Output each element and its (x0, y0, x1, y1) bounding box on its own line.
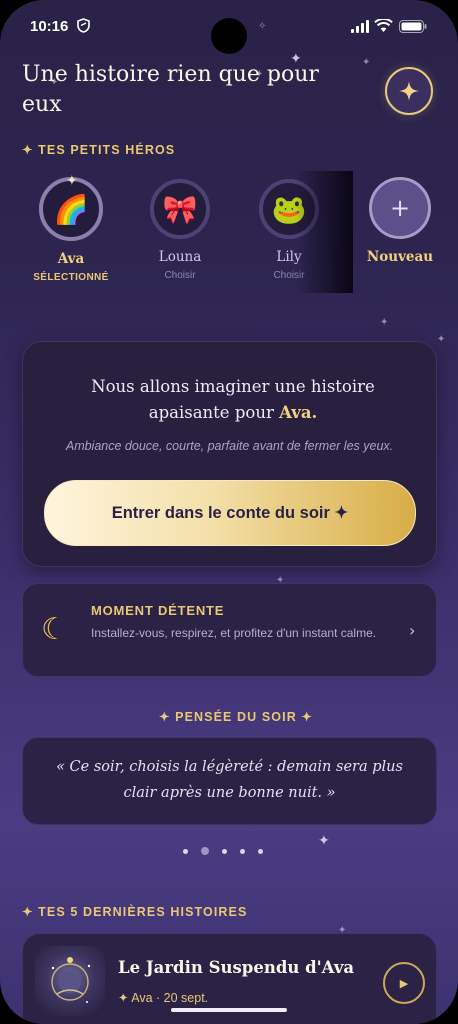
wifi-icon (374, 19, 393, 32)
relax-card[interactable]: ☾ MOMENT DÉTENTE Installez-vous, respire… (22, 583, 437, 677)
hero-louna[interactable]: 🎀 Louna Choisir (135, 179, 225, 281)
app-screen: ✧ ✦ ✦ ✦ ✦ ✦ ✦ ✦ ✦ ✧ ✧ ✦ ✦ ✦ ✧ ✧ ✦ ✦ 10:1… (0, 0, 458, 1024)
sparkle-icon: ✦ (159, 710, 176, 724)
hero-name: Ava (57, 251, 85, 267)
magic-button[interactable] (385, 67, 433, 115)
recent-story-title: Le Jardin Suspendu d'Ava (118, 958, 355, 977)
quote-card[interactable]: « Ce soir, choisis la légèreté : demain … (22, 737, 437, 825)
heroes-section-label: ✦ TES PETITS HÉROS (22, 143, 176, 157)
carousel-dot[interactable] (240, 848, 245, 854)
hero-status: Choisir (164, 270, 196, 281)
relax-title: MOMENT DÉTENTE (91, 603, 225, 618)
shield-icon (77, 18, 90, 33)
moon-icon: ☾ (41, 612, 68, 647)
chevron-right-icon: › (409, 621, 416, 640)
story-subtitle: Ambiance douce, courte, parfaite avant d… (65, 439, 394, 453)
thought-section-label: ✦ PENSÉE DU SOIR ✦ (159, 710, 313, 724)
home-indicator (171, 1008, 287, 1012)
sparkle-icon: ✦ (22, 143, 39, 157)
hero-status: SÉLECTIONNÉ (33, 272, 109, 283)
star-icon: ✦ (362, 57, 371, 68)
garden-illustration-icon (51, 957, 91, 1003)
carousel-dot[interactable] (183, 848, 188, 854)
relax-text: Installez-vous, respirez, et profitez d'… (91, 626, 377, 640)
story-thumbnail (35, 946, 105, 1016)
camera-cutout (211, 18, 247, 54)
hero-name: Louna (158, 249, 202, 265)
rainbow-icon: 🌈 (53, 192, 89, 226)
play-button[interactable]: ▶ (383, 962, 425, 1004)
carousel-dot[interactable] (222, 848, 227, 854)
quote-text: « Ce soir, choisis la légèreté : demain … (56, 759, 403, 801)
recent-story-meta: ✦ Ava · 20 sept. (118, 991, 209, 1005)
hero-highlight: Ava. (279, 403, 318, 422)
selected-star-icon: ✦ (66, 173, 78, 189)
hero-avatar: 🎀 (150, 179, 210, 239)
page-title: Une histoire rien que pour eux (22, 62, 319, 117)
story-line-2: apaisante pour Ava. (148, 403, 318, 422)
status-time: 10:16 (30, 18, 69, 35)
battery-icon (399, 20, 427, 33)
new-hero-label: Nouveau (366, 249, 434, 265)
sparkle-icon: ✦ (296, 710, 313, 724)
start-story-button[interactable]: Entrer dans le conte du soir ✦ (44, 480, 416, 546)
ribbon-icon: 🎀 (162, 192, 198, 226)
signal-icon (351, 20, 369, 33)
story-card: Nous allons imaginer une histoire apaisa… (22, 341, 437, 567)
carousel-dot[interactable] (258, 848, 263, 854)
play-icon: ▶ (399, 976, 409, 990)
status-bar: 10:16 (0, 0, 458, 56)
carousel-dot[interactable] (201, 847, 209, 855)
recent-section-label: ✦ TES 5 DERNIÈRES HISTOIRES (22, 905, 248, 919)
sparkle-icon: ✦ (22, 905, 39, 919)
star-icon: ✦ (380, 317, 389, 328)
hero-ava[interactable]: 🌈 Ava SÉLECTIONNÉ (26, 177, 116, 283)
carousel-dots (183, 847, 263, 855)
scroll-fade (296, 171, 353, 293)
story-line-1: Nous allons imaginer une histoire (91, 377, 375, 396)
new-hero-button[interactable]: + Nouveau (355, 177, 445, 265)
sparkle-icon (399, 81, 419, 101)
add-icon: + (369, 177, 431, 239)
star-icon: ✦ (437, 334, 446, 345)
star-icon: ✦ (318, 833, 330, 849)
